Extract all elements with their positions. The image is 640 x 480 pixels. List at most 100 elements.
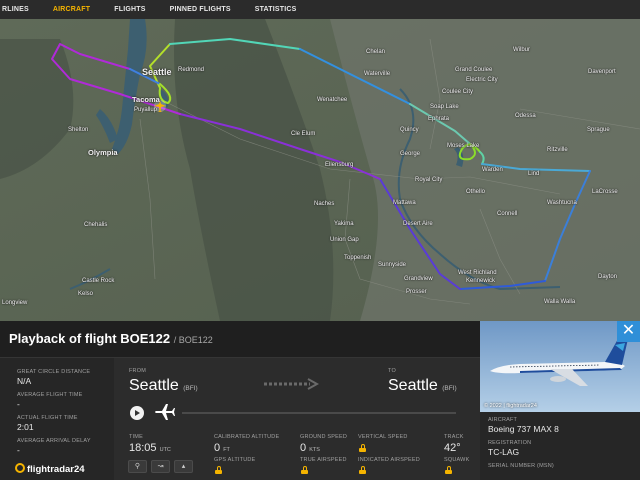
avg-flight-time-label: AVERAGE FLIGHT TIME bbox=[17, 392, 83, 398]
playback-timeline[interactable] bbox=[182, 412, 456, 414]
map-label-desert-aire: Desert Aire bbox=[403, 221, 433, 227]
aircraft-photo-image bbox=[480, 321, 640, 412]
avg-arrival-delay-value: - bbox=[17, 445, 20, 455]
lock-icon bbox=[301, 466, 308, 474]
map-label-walla-walla: Walla Walla bbox=[544, 299, 576, 305]
map-label-longview: Longview bbox=[2, 300, 28, 306]
destination-airport[interactable]: Seattle (BFI) bbox=[388, 377, 457, 395]
lock-icon bbox=[445, 466, 452, 474]
map-label-puyallup: Puyallup bbox=[134, 107, 158, 113]
map-label-chelan: Chelan bbox=[366, 49, 386, 55]
flightradar24-logo[interactable]: flightradar24 bbox=[15, 463, 85, 475]
map-label-grandview: Grandview bbox=[404, 276, 433, 282]
indicated-airspeed-label: INDICATED AIRSPEED bbox=[358, 457, 420, 463]
origin-city: Seattle bbox=[129, 377, 179, 394]
ground-speed-value: 0 KTS bbox=[300, 442, 320, 454]
track-value: 42° bbox=[444, 442, 461, 454]
great-circle-label: GREAT CIRCLE DISTANCE bbox=[17, 369, 91, 375]
map-label-shelton: Shelton bbox=[68, 127, 89, 133]
map-label-moses-lake: Moses Lake bbox=[447, 143, 480, 149]
route-button[interactable]: ↝ bbox=[151, 460, 170, 473]
registration-value: TC-LAG bbox=[488, 447, 520, 457]
tab-statistics[interactable]: STATISTICS bbox=[243, 0, 309, 19]
map-label-union-gap: Union Gap bbox=[330, 237, 359, 243]
map-label-warden: Warden bbox=[482, 167, 503, 173]
squawk-label: SQUAWK bbox=[444, 457, 470, 463]
avg-flight-time-value: - bbox=[17, 399, 20, 409]
time-label: TIME bbox=[129, 434, 143, 440]
map-label-quincy: Quincy bbox=[400, 127, 419, 133]
tab-airlines[interactable]: RLINES bbox=[0, 0, 41, 19]
gps-alt-label: GPS ALTITUDE bbox=[214, 457, 256, 463]
map-label-dayton: Dayton bbox=[598, 274, 618, 280]
map-label-castle-rock: Castle Rock bbox=[82, 278, 115, 284]
map-label-sprague: Sprague bbox=[587, 127, 610, 133]
plane-icon bbox=[155, 404, 175, 420]
tab-flights[interactable]: FLIGHTS bbox=[102, 0, 157, 19]
map-label-sunnyside: Sunnyside bbox=[378, 262, 407, 268]
map-label-redmond: Redmond bbox=[178, 67, 205, 73]
graph-button[interactable]: ▴ bbox=[174, 460, 193, 473]
flight-title-text: Playback of flight BOE122 bbox=[9, 331, 171, 346]
track-label: TRACK bbox=[444, 434, 464, 440]
arrow-right-icon bbox=[264, 378, 319, 390]
cal-alt-unit: FT bbox=[223, 447, 230, 453]
cal-alt-label: CALIBRATED ALTITUDE bbox=[214, 434, 280, 440]
map-label-lind: Lind bbox=[528, 171, 540, 177]
map-label-cle-elum: Cle Elum bbox=[291, 131, 316, 137]
origin-code: (BFI) bbox=[183, 385, 198, 392]
vertical-speed-label: VERTICAL SPEED bbox=[358, 434, 408, 440]
map-label-ephrata: Ephrata bbox=[428, 116, 450, 122]
play-button[interactable] bbox=[130, 406, 144, 420]
registration-label: REGISTRATION bbox=[488, 440, 532, 446]
logo-text: flightradar24 bbox=[27, 464, 85, 475]
view-3d-button[interactable]: ⚲ bbox=[128, 460, 147, 473]
ground-speed-unit: KTS bbox=[309, 447, 320, 453]
time-value: 18:05 UTC bbox=[129, 442, 171, 454]
map-label-toppenish: Toppenish bbox=[344, 255, 372, 261]
true-airspeed-label: TRUE AIRSPEED bbox=[300, 457, 347, 463]
from-label: FROM bbox=[129, 368, 146, 374]
top-nav: RLINES AIRCRAFT FLIGHTS PINNED FLIGHTS S… bbox=[0, 0, 640, 19]
map-label-royal-city: Royal City bbox=[415, 177, 443, 183]
lock-icon bbox=[215, 466, 222, 474]
aircraft-column: © 2022 | flightradar24 ✕ AIRCRAFT Boeing… bbox=[480, 321, 640, 480]
to-label: TO bbox=[388, 368, 396, 374]
aircraft-type-value: Boeing 737 MAX 8 bbox=[488, 424, 559, 434]
map-label-davenport: Davenport bbox=[588, 69, 616, 75]
map-label-washtucna: Washtucna bbox=[547, 200, 577, 206]
map-label-seattle: Seattle bbox=[142, 67, 172, 77]
lock-icon bbox=[359, 444, 366, 452]
aircraft-photo[interactable]: © 2022 | flightradar24 ✕ bbox=[480, 321, 640, 412]
tab-aircraft[interactable]: AIRCRAFT bbox=[41, 0, 102, 19]
great-circle-value: N/A bbox=[17, 376, 32, 386]
origin-airport[interactable]: Seattle (BFI) bbox=[129, 377, 198, 395]
aircraft-type-label: AIRCRAFT bbox=[488, 417, 518, 423]
avg-arrival-delay-label: AVERAGE ARRIVAL DELAY bbox=[17, 438, 91, 444]
close-icon[interactable]: ✕ bbox=[617, 321, 640, 342]
ground-speed-number: 0 bbox=[300, 442, 307, 454]
time-unit: UTC bbox=[159, 447, 171, 453]
map-label-wenatchee: Wenatchee bbox=[317, 97, 348, 103]
map-label-chehalis: Chehalis bbox=[84, 222, 108, 228]
map-view[interactable]: Seattle Tacoma Redmond Puyallup Shelton … bbox=[0, 19, 640, 321]
destination-code: (BFI) bbox=[442, 385, 457, 392]
logo-ring-icon bbox=[15, 463, 25, 473]
destination-city: Seattle bbox=[388, 377, 438, 394]
lock-icon bbox=[359, 466, 366, 474]
route-column: FROM Seattle (BFI) TO Seattle (BFI) TIME bbox=[114, 358, 480, 480]
map-label-naches: Naches bbox=[314, 201, 335, 207]
map-label-wilbur: Wilbur bbox=[513, 47, 531, 53]
map-label-mattawa: Mattawa bbox=[393, 200, 416, 206]
map-label-ritzville: Ritzville bbox=[547, 147, 568, 153]
map-label-coulee-city: Coulee City bbox=[442, 89, 474, 95]
map-label-soap-lake: Soap Lake bbox=[430, 104, 459, 110]
map-label-othello: Othello bbox=[466, 189, 486, 195]
photo-credit: © 2022 | flightradar24 bbox=[484, 403, 537, 409]
map-label-grand-coulee: Grand Coulee bbox=[455, 67, 493, 73]
map-label-kelso: Kelso bbox=[78, 291, 94, 297]
app-root: RLINES AIRCRAFT FLIGHTS PINNED FLIGHTS S… bbox=[0, 0, 640, 480]
tab-pinned-flights[interactable]: PINNED FLIGHTS bbox=[158, 0, 243, 19]
ground-speed-label: GROUND SPEED bbox=[300, 434, 348, 440]
flight-title: Playback of flight BOE122 / BOE122 bbox=[9, 331, 213, 346]
